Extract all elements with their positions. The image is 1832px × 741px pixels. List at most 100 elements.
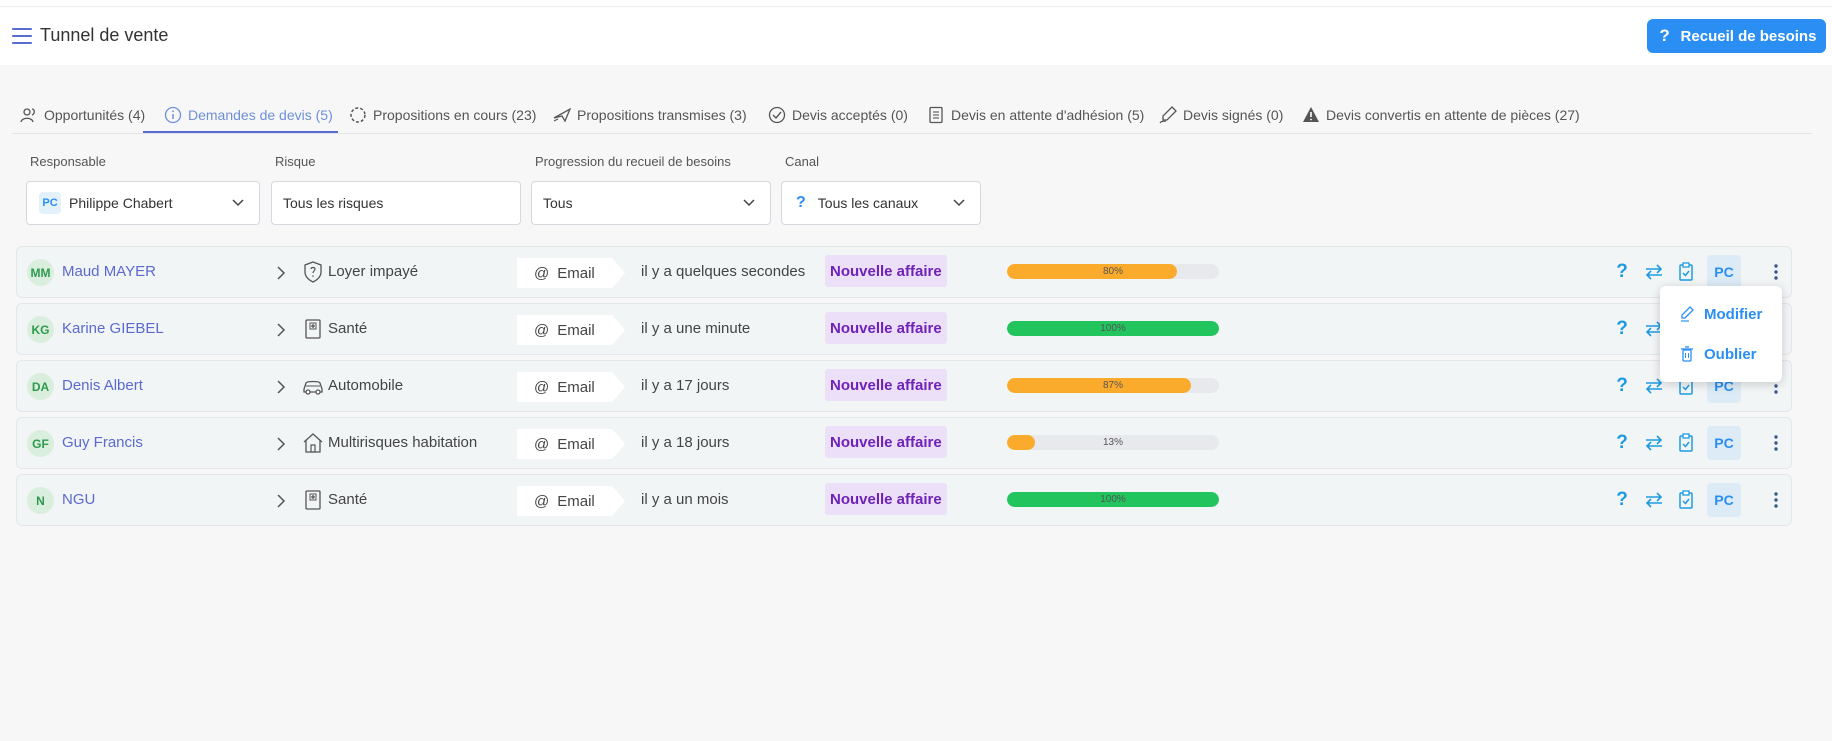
contact-name-link[interactable]: Karine GIEBEL [62, 320, 164, 337]
clipboard-button[interactable] [1675, 261, 1697, 283]
people-icon [20, 108, 35, 123]
oublier-label: Oublier [1704, 345, 1757, 363]
clipboard-button[interactable] [1675, 432, 1697, 454]
chevron-down-icon [953, 199, 965, 207]
check-circle-icon [768, 106, 786, 124]
help-button[interactable]: ? [1611, 261, 1633, 283]
oublier-menu-item[interactable]: Oublier [1680, 342, 1757, 366]
warning-icon [1303, 107, 1319, 122]
at-icon: @ [534, 378, 550, 396]
risk-label: Santé [328, 320, 368, 337]
swap-arrows-icon [1645, 435, 1663, 451]
channel-badge: @ Email [517, 315, 625, 345]
help-button[interactable]: ? [1611, 432, 1633, 454]
chevron-right-icon[interactable] [275, 379, 287, 395]
table-row[interactable]: KG Karine GIEBEL Santé @ Email il y a une… [16, 303, 1792, 355]
progress-label: 80% [1102, 266, 1123, 277]
progress-label: 13% [1102, 437, 1123, 448]
tab-label: Devis acceptés (0) [792, 107, 908, 123]
hamburger-menu-icon[interactable] [12, 28, 32, 44]
avatar: MM [27, 259, 54, 286]
filter-label-progression: Progression du recueil de besoins [535, 154, 731, 169]
channel-badge: @ Email [517, 486, 625, 516]
house-icon [303, 433, 323, 453]
tab-devis-acceptes[interactable]: Devis acceptés (0) [768, 96, 908, 134]
channel-badge: @ Email [517, 372, 625, 402]
table-row[interactable]: N NGU Santé @ Email il y a un mois Nouvel… [16, 474, 1792, 526]
status-badge: Nouvelle affaire [825, 483, 947, 515]
help-button[interactable]: ? [1611, 489, 1633, 511]
status-badge: Nouvelle affaire [825, 255, 947, 287]
health-icon [305, 490, 321, 510]
contact-name-link[interactable]: Denis Albert [62, 377, 143, 394]
progress-bar: 80% [1007, 264, 1219, 279]
recueil-button-label: Recueil de besoins [1680, 27, 1817, 45]
row-context-menu: Modifier Oublier [1660, 286, 1782, 382]
contact-name-link[interactable]: Guy Francis [62, 434, 143, 451]
tab-bar: Opportunités (4) Demandes de devis (5) P… [12, 96, 1812, 134]
clipboard-button[interactable] [1675, 489, 1697, 511]
more-options-icon[interactable] [1765, 432, 1787, 454]
tab-label: Devis signés (0) [1183, 107, 1284, 123]
question-icon: ? [796, 194, 806, 211]
table-row[interactable]: GF Guy Francis Multirisques habitation @… [16, 417, 1792, 469]
table-row[interactable]: DA Denis Albert Automobile @ Email il y a… [16, 360, 1792, 412]
tab-demandes-de-devis[interactable]: Demandes de devis (5) [164, 96, 333, 134]
health-icon [305, 319, 321, 339]
canal-value: Tous les canaux [817, 195, 919, 211]
assignee-avatar-button[interactable]: PC [1707, 255, 1741, 289]
send-icon [553, 107, 571, 123]
active-tab-indicator [143, 131, 338, 133]
filter-label-canal: Canal [785, 154, 819, 169]
more-options-icon[interactable] [1765, 261, 1787, 283]
trash-icon [1681, 346, 1693, 362]
relative-time: il y a quelques secondes [641, 263, 806, 280]
help-button[interactable]: ? [1611, 318, 1633, 340]
progress-bar: 100% [1007, 492, 1219, 507]
clipboard-check-icon [1679, 262, 1693, 281]
transfer-button[interactable] [1643, 489, 1665, 511]
transfer-button[interactable] [1643, 261, 1665, 283]
responsable-select[interactable]: PC Philippe Chabert [26, 181, 260, 225]
risque-placeholder: Tous les risques [283, 195, 384, 211]
more-options-icon[interactable] [1765, 489, 1787, 511]
clipboard-check-icon [1679, 433, 1693, 452]
pen-icon [1159, 106, 1177, 124]
channel-label: Email [557, 435, 595, 453]
tab-opportunites[interactable]: Opportunités (4) [20, 96, 145, 134]
contact-name-link[interactable]: Maud MAYER [62, 263, 156, 280]
tab-label: Opportunités (4) [44, 107, 146, 123]
tab-devis-signes[interactable]: Devis signés (0) [1159, 96, 1283, 134]
channel-label: Email [557, 378, 595, 396]
transfer-button[interactable] [1643, 432, 1665, 454]
help-button[interactable]: ? [1611, 375, 1633, 397]
chevron-right-icon[interactable] [275, 436, 287, 452]
page-title: Tunnel de vente [40, 25, 169, 45]
tab-devis-convertis[interactable]: Devis convertis en attente de pièces (27… [1302, 96, 1580, 134]
avatar: GF [27, 430, 54, 457]
risque-input[interactable]: Tous les risques [271, 181, 521, 225]
canal-select[interactable]: ? Tous les canaux [781, 181, 981, 225]
question-icon: ? [1659, 26, 1670, 45]
chevron-right-icon[interactable] [275, 265, 287, 281]
chevron-right-icon[interactable] [275, 322, 287, 338]
contact-name-link[interactable]: NGU [62, 491, 95, 508]
avatar: DA [27, 373, 54, 400]
tab-devis-en-attente-adhesion[interactable]: Devis en attente d'adhésion (5) [927, 96, 1144, 134]
tab-propositions-en-cours[interactable]: Propositions en cours (23) [349, 96, 536, 134]
channel-badge: @ Email [517, 258, 625, 288]
recueil-de-besoins-button[interactable]: ? Recueil de besoins [1647, 19, 1826, 53]
assignee-avatar-button[interactable]: PC [1707, 483, 1741, 517]
modifier-menu-item[interactable]: Modifier [1680, 302, 1762, 326]
pencil-icon [1681, 306, 1694, 322]
progress-bar: 13% [1007, 435, 1219, 450]
progression-select[interactable]: Tous [531, 181, 771, 225]
chevron-right-icon[interactable] [275, 493, 287, 509]
at-icon: @ [534, 264, 550, 282]
status-badge: Nouvelle affaire [825, 369, 947, 401]
document-icon [929, 106, 943, 124]
tab-label: Demandes de devis (5) [188, 107, 333, 123]
tab-propositions-transmises[interactable]: Propositions transmises (3) [553, 96, 747, 134]
assignee-avatar-button[interactable]: PC [1707, 426, 1741, 460]
table-row[interactable]: MM Maud MAYER Loyer impayé @ Email il y a… [16, 246, 1792, 298]
